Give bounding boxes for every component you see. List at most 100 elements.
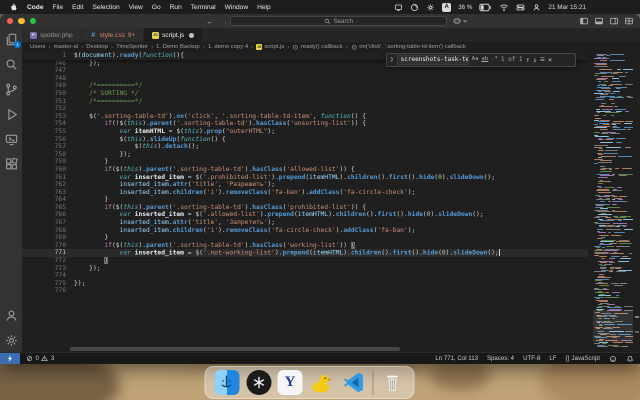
- customize-layout-button[interactable]: [624, 16, 634, 26]
- breadcrumb-item[interactable]: Desktop: [86, 44, 108, 50]
- breadcrumb[interactable]: Users › master-al › Desktop › TimeSpotter › 1. D…: [22, 42, 640, 52]
- menu-item-view[interactable]: View: [129, 4, 143, 11]
- code-line[interactable]: 754 if(!$(this).parent('.sorting-table-t…: [22, 120, 588, 128]
- code-line[interactable]: 761 var inserted_item = $('.prohibited-l…: [22, 174, 588, 182]
- input-source-icon[interactable]: A: [442, 2, 452, 12]
- close-window-button[interactable]: [7, 17, 14, 25]
- breadcrumb-item[interactable]: on('click', '.sorting-table-td-item') ca…: [351, 44, 466, 51]
- code-line[interactable]: 771 var inserted_item = $('.not-working-…: [22, 249, 588, 258]
- horizontal-scrollbar[interactable]: [70, 347, 400, 351]
- code-line[interactable]: 769 }: [22, 234, 588, 242]
- code-line[interactable]: 751 /*==========*/: [22, 98, 588, 106]
- find-input[interactable]: screenshots-task-text: [396, 55, 469, 65]
- breadcrumb-item[interactable]: 1. demo copy 4: [208, 44, 248, 50]
- menu-item-help[interactable]: Help: [257, 4, 271, 11]
- dock-cyberduck-icon[interactable]: [309, 370, 335, 396]
- menubar-clock[interactable]: 21 Mar 15:21: [548, 4, 586, 11]
- tab-spotter-php[interactable]: Pspotter.php: [22, 28, 82, 42]
- breadcrumb-item[interactable]: ready() callback: [292, 44, 343, 51]
- remote-indicator[interactable]: [0, 352, 20, 364]
- code-line[interactable]: 752: [22, 105, 588, 113]
- code-editor[interactable]: 746 }); 747 748 749 /*==========*/750 /* SO…: [22, 52, 640, 352]
- tab-script-js[interactable]: JS script.js: [143, 28, 204, 42]
- control-center-icon[interactable]: [516, 3, 525, 12]
- menu-item-terminal[interactable]: Terminal: [191, 4, 216, 11]
- minimize-window-button[interactable]: [18, 17, 25, 25]
- breadcrumb-item[interactable]: TimeSpotter: [116, 44, 148, 50]
- code-line[interactable]: 748: [22, 75, 588, 83]
- regex-icon[interactable]: .*: [491, 56, 498, 64]
- settings-gear-icon[interactable]: [3, 332, 19, 348]
- menu-item-file[interactable]: File: [52, 4, 63, 11]
- dock-finder-icon[interactable]: [214, 370, 240, 396]
- code-line[interactable]: 768 inserted_item.children('i').removeCl…: [22, 227, 588, 235]
- zoom-window-button[interactable]: [29, 17, 37, 25]
- code-line[interactable]: 756 $(this).slideUp(function() {: [22, 136, 588, 144]
- code-line[interactable]: 776: [22, 287, 588, 295]
- code-line[interactable]: 757 $(this).detach();: [22, 143, 588, 151]
- code-line[interactable]: 763 inserted_item.children('i').removeCl…: [22, 189, 588, 197]
- problems-status[interactable]: 0 3: [26, 355, 54, 362]
- apple-menu-icon[interactable]: [6, 2, 20, 12]
- code-line[interactable]: 774: [22, 272, 588, 280]
- run-debug-icon[interactable]: [3, 106, 19, 122]
- dock-trash-icon[interactable]: [380, 370, 406, 396]
- code-line[interactable]: 750 /* SORTING */: [22, 90, 588, 98]
- dock-yandex-browser-icon[interactable]: Y: [277, 370, 303, 395]
- source-control-icon[interactable]: [3, 81, 19, 97]
- next-match-button[interactable]: ↓: [533, 56, 537, 64]
- breadcrumb-item[interactable]: master-al: [54, 44, 79, 50]
- menu-item-code[interactable]: Code: [27, 4, 43, 11]
- indentation[interactable]: Spaces: 4: [487, 355, 514, 362]
- minimap[interactable]: [593, 52, 633, 348]
- language-mode[interactable]: {} JavaScript: [565, 355, 600, 362]
- close-find-icon[interactable]: ×: [548, 56, 552, 64]
- code-line[interactable]: 759 }: [22, 158, 588, 166]
- toggle-panel-button[interactable]: [594, 16, 604, 26]
- code-line[interactable]: 747: [22, 67, 588, 75]
- minimap-slider[interactable]: [593, 309, 633, 343]
- copilot-menu-button[interactable]: [452, 16, 468, 26]
- assistant-menulet-icon[interactable]: [410, 3, 419, 12]
- code-line[interactable]: 767 inserted_item.attr('title', 'Запрети…: [22, 219, 588, 227]
- explorer-icon[interactable]: 1: [3, 31, 21, 48]
- code-line[interactable]: 772 }: [22, 257, 588, 265]
- code-line[interactable]: 749 /*==========*/: [22, 82, 588, 90]
- feedback-icon[interactable]: [609, 355, 617, 363]
- display-menulet-icon[interactable]: [394, 3, 403, 12]
- settings-menulet-icon[interactable]: [426, 3, 435, 12]
- toggle-primary-sidebar-button[interactable]: [579, 16, 589, 26]
- code-line[interactable]: 760 if($(this).parent('.sorting-table-td…: [22, 166, 588, 174]
- code-line[interactable]: 755 var itemHTML = $(this).prop("outerHT…: [22, 128, 588, 136]
- nav-back-button[interactable]: ←: [206, 17, 214, 26]
- command-center-search[interactable]: Search: [230, 16, 447, 26]
- nav-forward-button[interactable]: →: [221, 17, 229, 26]
- code-line[interactable]: 762 inserted_item.attr('title', 'Разреши…: [22, 181, 588, 189]
- whole-word-icon[interactable]: ab: [481, 56, 488, 64]
- menu-item-selection[interactable]: Selection: [92, 4, 119, 11]
- notifications-bell-icon[interactable]: [626, 355, 634, 363]
- previous-match-button[interactable]: ↑: [526, 56, 530, 64]
- window-titlebar[interactable]: ← → Search: [0, 14, 640, 28]
- menu-item-window[interactable]: Window: [225, 4, 248, 11]
- menu-item-go[interactable]: Go: [152, 4, 161, 11]
- menu-item-edit[interactable]: Edit: [72, 4, 83, 11]
- user-switch-icon[interactable]: [532, 3, 541, 12]
- toggle-secondary-sidebar-button[interactable]: [609, 16, 619, 26]
- battery-icon[interactable]: [479, 3, 492, 12]
- wifi-icon[interactable]: [499, 3, 509, 12]
- code-line[interactable]: 758 });: [22, 151, 588, 159]
- breadcrumb-item[interactable]: 1. Demo Backup: [156, 44, 200, 50]
- code-line[interactable]: 773 });: [22, 265, 588, 273]
- code-line[interactable]: 766 var inserted_item = $('.allowed-list…: [22, 211, 588, 219]
- code-line[interactable]: 775});: [22, 280, 588, 288]
- account-icon[interactable]: [3, 307, 19, 323]
- tab-style-css[interactable]: # style.css 9+: [81, 28, 144, 42]
- menu-item-run[interactable]: Run: [170, 4, 182, 11]
- match-case-icon[interactable]: Aa: [472, 56, 479, 64]
- search-icon[interactable]: [3, 56, 19, 72]
- dock-vscode-icon[interactable]: [341, 370, 367, 396]
- code-line[interactable]: 764 }: [22, 196, 588, 204]
- code-line[interactable]: 770 if($(this).parent('.sorting-table-td…: [22, 241, 588, 250]
- remote-explorer-icon[interactable]: [3, 131, 19, 147]
